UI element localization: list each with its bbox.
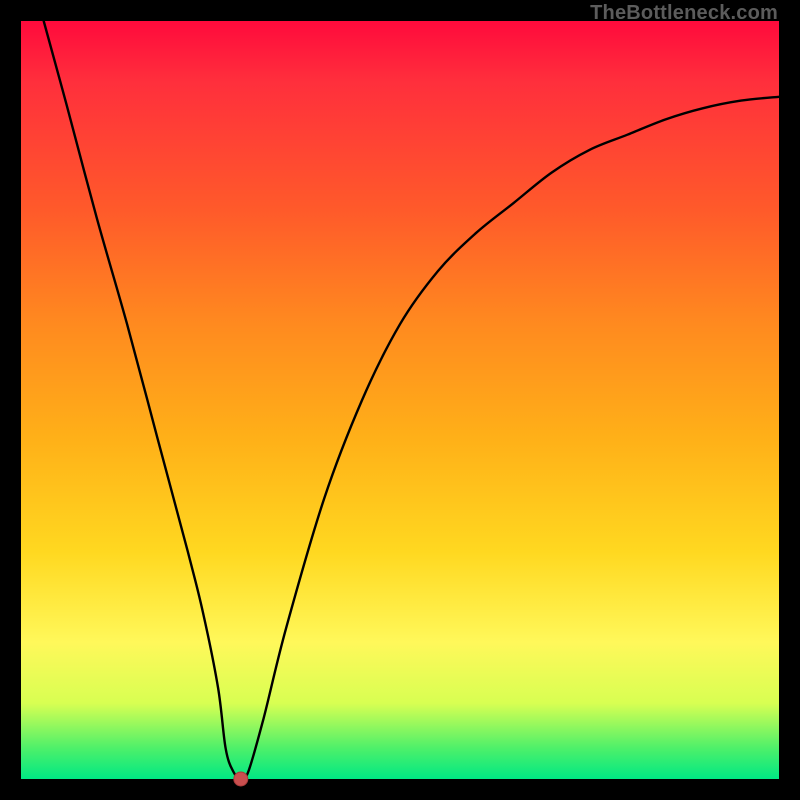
watermark-text: TheBottleneck.com bbox=[590, 2, 778, 25]
chart-frame: TheBottleneck.com bbox=[0, 0, 800, 800]
bottleneck-curve bbox=[44, 21, 779, 779]
chart-svg bbox=[21, 21, 779, 779]
min-point-marker bbox=[234, 772, 248, 786]
